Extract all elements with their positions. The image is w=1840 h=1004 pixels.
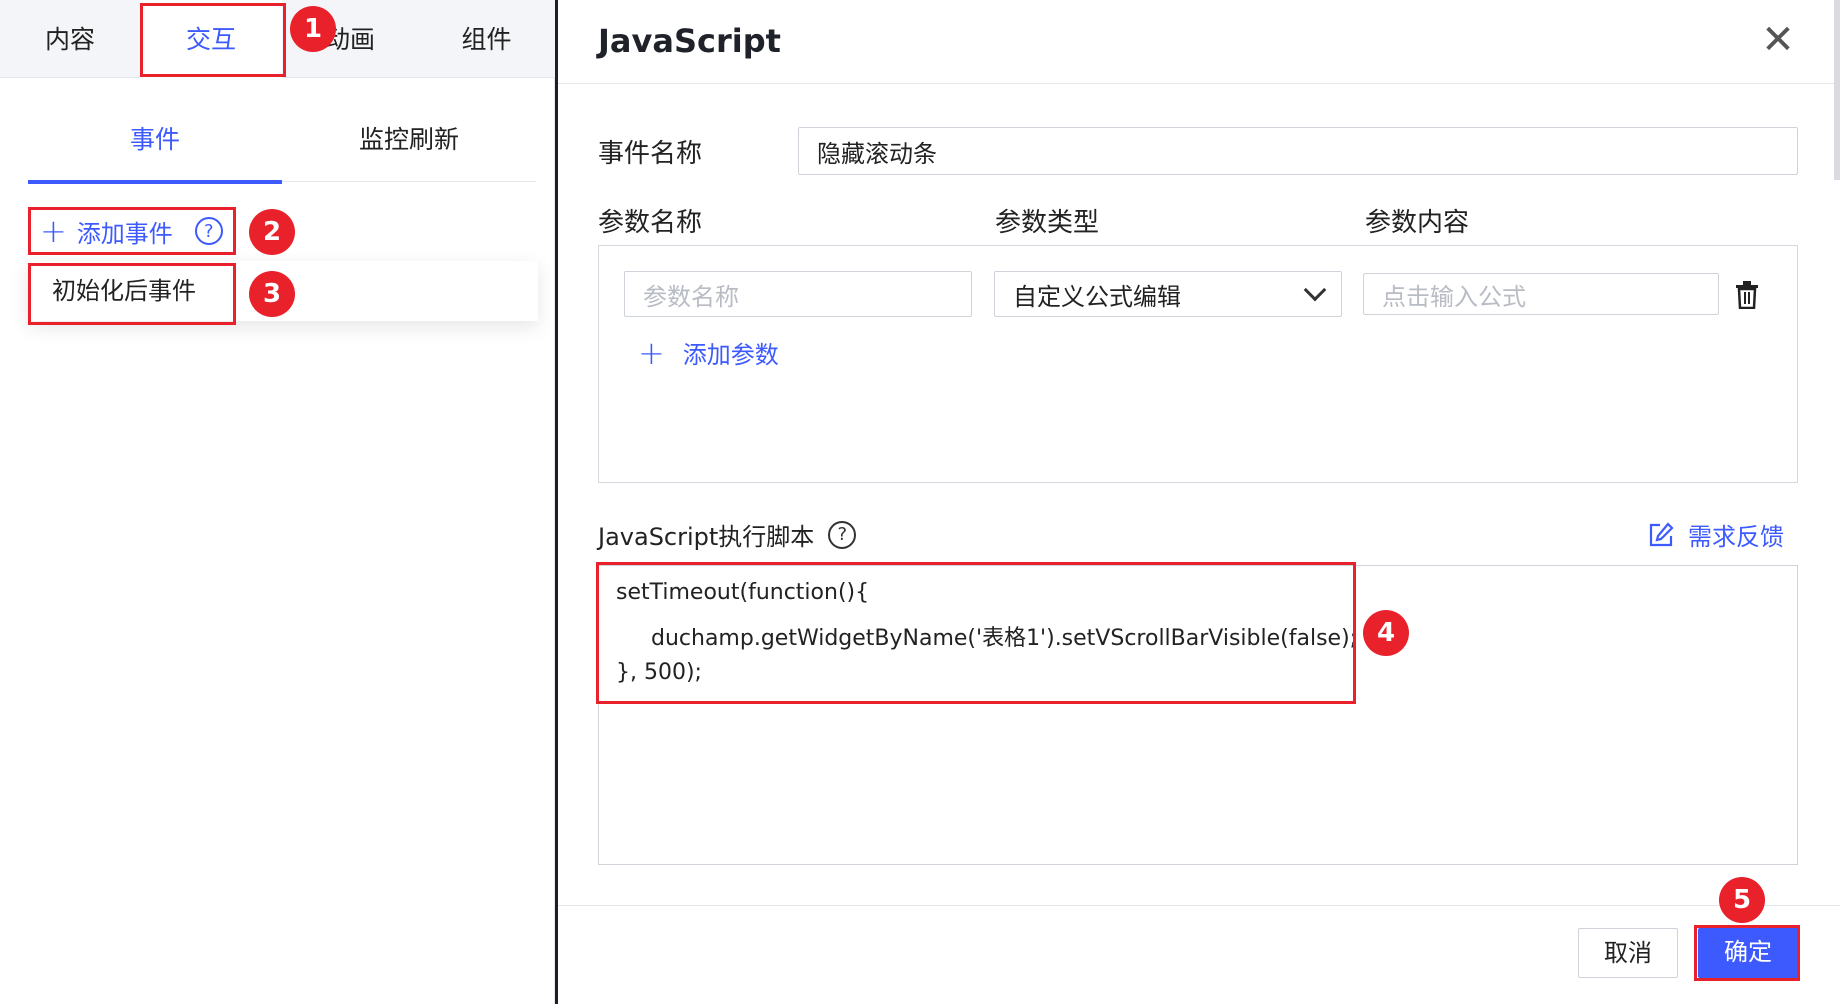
script-label-text: JavaScript执行脚本: [598, 523, 815, 551]
left-panel: 内容 交互 动画 组件 事件 监控刷新 + 添加事件 ? 初始化后事件: [0, 0, 555, 1004]
param-name-header: 参数名称: [598, 208, 703, 238]
cancel-button[interactable]: 取消: [1578, 928, 1678, 978]
param-type-value: 自定义公式编辑: [1013, 282, 1181, 311]
highlight-box: [596, 562, 1356, 704]
param-content-placeholder: 点击输入公式: [1382, 282, 1526, 311]
highlight-box: [28, 263, 236, 325]
sub-tab-bar: 事件 监控刷新: [28, 100, 536, 184]
plus-icon: +: [638, 333, 665, 372]
script-label: JavaScript执行脚本 ?: [598, 517, 857, 552]
highlight-box: [1694, 925, 1800, 981]
step-badge: 1: [290, 6, 336, 52]
dialog-title: JavaScript: [598, 22, 781, 60]
highlight-box: [140, 3, 286, 77]
param-content-header: 参数内容: [1365, 208, 1470, 238]
param-content-input[interactable]: 点击输入公式: [1363, 273, 1719, 315]
dialog-header: JavaScript ✕: [558, 0, 1840, 84]
param-type-header: 参数类型: [995, 208, 1100, 238]
param-name-input[interactable]: 参数名称: [624, 271, 972, 317]
feedback-link[interactable]: 需求反馈: [1648, 517, 1784, 552]
trash-icon[interactable]: [1735, 281, 1759, 309]
add-param-button[interactable]: + 添加参数: [638, 335, 779, 370]
event-name-label: 事件名称: [598, 139, 703, 169]
step-badge: 5: [1719, 877, 1765, 923]
scrollbar[interactable]: [1834, 0, 1840, 180]
tab-monitor-refresh[interactable]: 监控刷新: [282, 100, 536, 182]
tab-events[interactable]: 事件: [28, 100, 282, 184]
event-name-value: 隐藏滚动条: [817, 139, 937, 168]
help-icon[interactable]: ?: [828, 520, 857, 549]
highlight-box: [28, 207, 236, 255]
edit-icon: [1649, 521, 1674, 546]
close-icon[interactable]: ✕: [1758, 20, 1798, 62]
javascript-dialog: JavaScript ✕ 事件名称 隐藏滚动条 参数名称 参数类型 参数内容 参…: [558, 0, 1840, 1004]
param-name-placeholder: 参数名称: [643, 282, 739, 311]
chevron-down-icon: [1303, 278, 1327, 302]
step-badge: 4: [1363, 610, 1409, 656]
feedback-label: 需求反馈: [1688, 523, 1784, 551]
step-badge: 3: [249, 271, 295, 317]
add-param-label: 添加参数: [682, 341, 779, 369]
event-name-input[interactable]: 隐藏滚动条: [798, 127, 1798, 175]
step-badge: 2: [249, 209, 295, 255]
tab-content[interactable]: 内容: [0, 0, 140, 78]
param-type-select[interactable]: 自定义公式编辑: [994, 271, 1342, 317]
tab-component[interactable]: 组件: [418, 0, 555, 78]
